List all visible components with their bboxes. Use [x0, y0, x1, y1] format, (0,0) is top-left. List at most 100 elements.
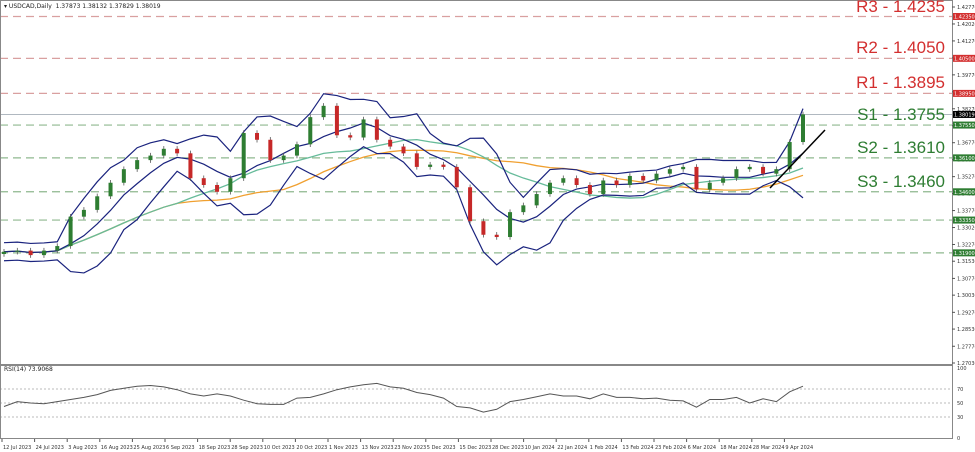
y-tick-label: 1.28530 — [957, 327, 975, 333]
candle-bull — [241, 132, 246, 179]
candle-bull — [161, 148, 166, 156]
level-lines — [0, 15, 952, 254]
candle-bull — [81, 209, 86, 217]
level-price-tag-text: 1.40500 — [954, 56, 975, 62]
candle-bull — [561, 178, 566, 183]
candle-bear — [614, 180, 619, 185]
rsi-pane — [0, 382, 952, 418]
level-price-tag-text: 1.42350 — [954, 14, 975, 20]
x-tick-label: 10 Jan 2024 — [525, 445, 555, 451]
candle-bear — [641, 175, 646, 181]
candle-bull — [281, 155, 286, 161]
candle-bull — [15, 250, 20, 252]
candle-bull — [55, 246, 60, 251]
level-label: S2 - 1.3610 — [857, 137, 945, 157]
candle-bear — [334, 105, 339, 136]
candle-bull — [654, 173, 659, 181]
rsi-tick-label: 70 — [957, 387, 963, 393]
candle-bull — [707, 182, 712, 190]
candle-bear — [587, 185, 592, 195]
level-label: R1 - 1.3895 — [856, 73, 945, 93]
candle-bear — [348, 135, 353, 138]
x-tick-label: 6 Mar 2024 — [688, 445, 717, 451]
candle-bear — [694, 166, 699, 190]
bollinger-middle — [3, 122, 804, 254]
candle-bull — [361, 119, 366, 138]
y-tick-label: 1.35270 — [957, 175, 975, 181]
level-price-tag-text: 1.38950 — [954, 91, 975, 97]
candle-bear — [201, 178, 206, 185]
y-tick-label: 1.39770 — [957, 73, 975, 79]
y-tick-label: 1.42770 — [957, 5, 975, 11]
x-tick-label: 22 Jan 2024 — [557, 445, 587, 451]
candle-bull — [294, 144, 299, 156]
candle-bull — [547, 182, 552, 195]
level-label: R3 - 1.4235 — [856, 0, 945, 16]
rsi-tick-label: 30 — [957, 415, 963, 421]
candle-bear — [268, 139, 273, 161]
x-tick-label: 13 Feb 2024 — [622, 445, 653, 451]
level-label: R2 - 1.4050 — [856, 38, 945, 58]
candle-bear — [414, 153, 419, 167]
chart-header: ▾ USDCAD,Daily 1.37873 1.38132 1.37829 1… — [4, 3, 161, 10]
candle-bull — [321, 105, 326, 118]
candle-bear — [468, 187, 473, 222]
candle-bull — [534, 194, 539, 206]
y-tick-label: 1.29270 — [957, 310, 975, 316]
candle-bear — [454, 166, 459, 188]
candle-bear — [175, 148, 180, 154]
candle-bull — [148, 155, 153, 161]
y-tick-label: 1.31530 — [957, 259, 975, 265]
candle-bull — [801, 114, 805, 143]
level-label: S3 - 1.3460 — [857, 171, 945, 191]
price-chart: 1.427701.420201.412701.405201.397701.390… — [0, 0, 975, 451]
candle-bull — [135, 160, 140, 170]
level-price-tag-text: 1.36100 — [954, 156, 975, 162]
x-tick-label: 5 Dec 2023 — [427, 445, 456, 451]
x-tick-label: 20 Oct 2023 — [296, 445, 327, 451]
ohlc-values: 1.37873 1.38132 1.37829 1.38019 — [55, 3, 161, 10]
candle-bear — [255, 132, 260, 140]
level-price-tag-text: 1.33350 — [954, 218, 975, 224]
x-tick-label: 10 Oct 2023 — [264, 445, 295, 451]
candle-bear — [761, 166, 766, 174]
candle-bear — [188, 153, 193, 179]
candle-bull — [601, 180, 606, 195]
x-tick-label: 28 Mar 2024 — [753, 445, 785, 451]
candle-bear — [28, 250, 33, 256]
y-tick-label: 1.33020 — [957, 226, 975, 232]
level-price-tag-text: 1.31900 — [954, 251, 975, 257]
candle-bull — [68, 216, 73, 247]
candles — [2, 103, 805, 258]
x-tick-label: 28 Sep 2023 — [231, 445, 263, 451]
y-tick-label: 1.27770 — [957, 344, 975, 350]
x-tick-label: 23 Feb 2024 — [655, 445, 686, 451]
candle-bear — [388, 139, 393, 147]
candle-bull — [508, 212, 513, 238]
candle-bull — [228, 178, 233, 192]
y-tick-label: 1.33770 — [957, 209, 975, 215]
candle-bull — [308, 117, 313, 145]
candle-bull — [108, 182, 113, 197]
x-tick-label: 13 Nov 2023 — [362, 445, 394, 451]
candle-bear — [215, 185, 220, 192]
x-tick-label: 25 Aug 2023 — [133, 445, 165, 451]
current-price-tag-text: 1.38019 — [954, 112, 975, 118]
candle-bull — [774, 169, 779, 174]
y-tick-label: 1.36770 — [957, 141, 975, 147]
x-tick-label: 28 Dec 2023 — [492, 445, 524, 451]
candle-bull — [2, 251, 6, 254]
x-tick-label: 12 Jul 2023 — [3, 445, 31, 451]
y-tick-label: 1.41270 — [957, 39, 975, 45]
rsi-tick-label: 50 — [957, 401, 963, 407]
level-price-tag-text: 1.34600 — [954, 190, 975, 196]
candle-bull — [721, 178, 726, 183]
x-tick-label: 18 Sep 2023 — [199, 445, 231, 451]
x-tick-label: 23 Nov 2023 — [394, 445, 426, 451]
candle-bear — [481, 221, 486, 235]
x-tick-label: 15 Dec 2023 — [459, 445, 491, 451]
ma-fast-line — [3, 138, 804, 254]
symbol: USDCAD,Daily — [8, 3, 52, 10]
rsi-tick-label: 100 — [957, 366, 967, 372]
y-tick-label: 1.30770 — [957, 276, 975, 282]
